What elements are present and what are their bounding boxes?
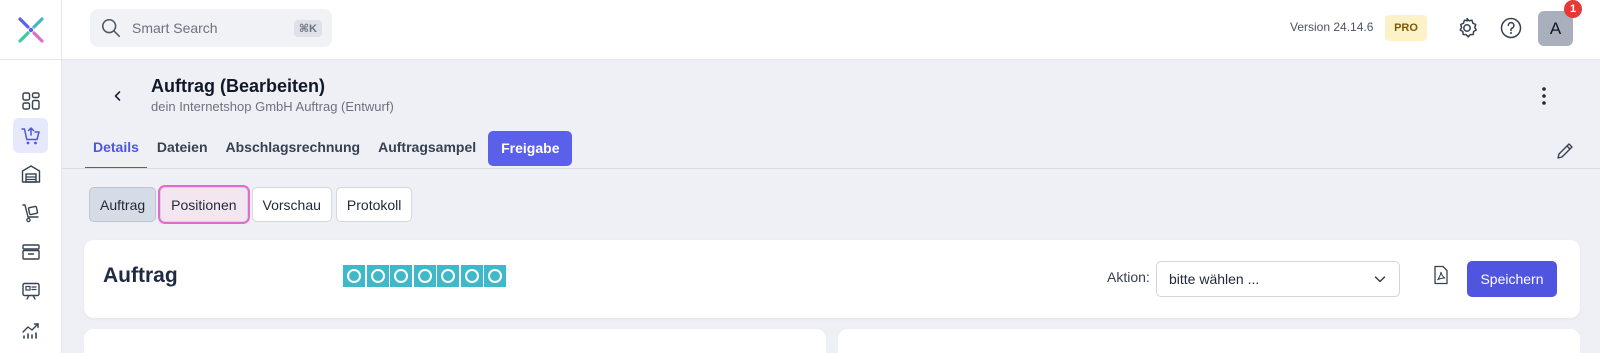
tab-freigabe[interactable]: Freigabe: [488, 131, 573, 166]
save-button[interactable]: Speichern: [1467, 261, 1557, 297]
sub-tabs: Auftrag Positionen Vorschau Protokoll: [89, 185, 416, 224]
logo-icon: [17, 17, 44, 43]
more-vertical-icon: [1542, 87, 1546, 105]
left-panel: [84, 329, 826, 353]
pencil-icon: [1557, 143, 1573, 159]
sidebar-item-archive[interactable]: [13, 234, 48, 269]
chevron-left-icon: [114, 91, 121, 101]
aktion-label: Aktion:: [1107, 269, 1150, 285]
presentation-icon: [21, 282, 40, 300]
growth-chart-icon: [21, 322, 39, 339]
subtab-positionen[interactable]: Positionen: [158, 185, 250, 224]
edit-button[interactable]: [1554, 140, 1576, 162]
top-bar: Smart Search ⌘K Version 24.14.6 PRO A 1: [0, 0, 1600, 60]
dashboard-icon: [21, 91, 40, 110]
status-circle-icon: [370, 269, 385, 283]
status-circle-icon: [441, 269, 455, 283]
aktion-select[interactable]: bitte wählen ...: [1156, 261, 1400, 297]
pdf-icon: [1434, 265, 1448, 285]
notification-badge[interactable]: 1: [1564, 0, 1582, 18]
aktion-select-value: bitte wählen ...: [1169, 271, 1260, 287]
help-button[interactable]: [1499, 16, 1523, 40]
smart-search[interactable]: Smart Search ⌘K: [90, 9, 332, 47]
gear-icon: [1459, 17, 1477, 38]
subtab-auftrag[interactable]: Auftrag: [89, 187, 157, 222]
subtab-vorschau[interactable]: Vorschau: [251, 187, 332, 222]
card-title: Auftrag: [103, 264, 178, 287]
main-tabs: Details Dateien Abschlagsrechnung Auftra…: [85, 131, 574, 169]
status-circle-icon: [394, 269, 408, 283]
status-circle-icon: [417, 269, 432, 283]
sidebar-item-warehouse[interactable]: [13, 156, 48, 191]
subtab-protokoll[interactable]: Protokoll: [335, 187, 413, 222]
status-indicator[interactable]: [484, 265, 506, 287]
status-indicator[interactable]: [343, 265, 365, 287]
order-card: Auftrag Aktion: bitte wählen ... Speiche…: [84, 240, 1580, 318]
sidebar-item-logistics[interactable]: [13, 195, 48, 230]
chevron-down-icon: [1374, 276, 1386, 283]
sidebar: [0, 60, 62, 353]
status-circle-icon: [488, 269, 502, 283]
cart-icon: [20, 126, 40, 144]
trolley-icon: [21, 203, 39, 222]
app-logo[interactable]: [0, 0, 62, 60]
search-icon: [101, 18, 121, 38]
status-indicator[interactable]: [437, 265, 459, 287]
archive-box-icon: [21, 243, 40, 260]
back-button[interactable]: [106, 84, 130, 108]
search-placeholder[interactable]: Smart Search: [132, 20, 294, 36]
pdf-button[interactable]: [1432, 265, 1450, 285]
page-subtitle: dein Internetshop GmbH Auftrag (Entwurf): [151, 99, 394, 114]
status-indicators: [343, 265, 508, 287]
page-title: Auftrag (Bearbeiten): [151, 76, 326, 96]
right-panel: [838, 329, 1580, 353]
sidebar-item-orders[interactable]: [13, 118, 48, 153]
sidebar-item-dashboard[interactable]: [13, 83, 48, 118]
search-shortcut: ⌘K: [293, 19, 322, 37]
help-icon: [1500, 17, 1522, 39]
more-options-button[interactable]: [1532, 84, 1556, 108]
tab-abschlagsrechnung[interactable]: Abschlagsrechnung: [218, 131, 369, 169]
status-indicator[interactable]: [460, 265, 483, 287]
tab-dateien[interactable]: Dateien: [149, 131, 216, 169]
tab-details[interactable]: Details: [85, 131, 147, 169]
settings-button[interactable]: [1455, 16, 1479, 40]
tabs-divider: [62, 168, 1600, 169]
version-label: Version 24.14.6: [1290, 20, 1374, 34]
status-indicator[interactable]: [413, 265, 436, 287]
warehouse-icon: [21, 164, 40, 183]
status-circle-icon: [464, 269, 479, 283]
sidebar-item-presentation[interactable]: [13, 273, 48, 308]
tab-auftragsampel[interactable]: Auftragsampel: [370, 131, 484, 169]
status-circle-icon: [347, 269, 361, 283]
status-indicator[interactable]: [390, 265, 412, 287]
sidebar-item-analytics[interactable]: [13, 312, 48, 347]
plan-badge: PRO: [1385, 15, 1427, 41]
status-indicator[interactable]: [366, 265, 389, 287]
